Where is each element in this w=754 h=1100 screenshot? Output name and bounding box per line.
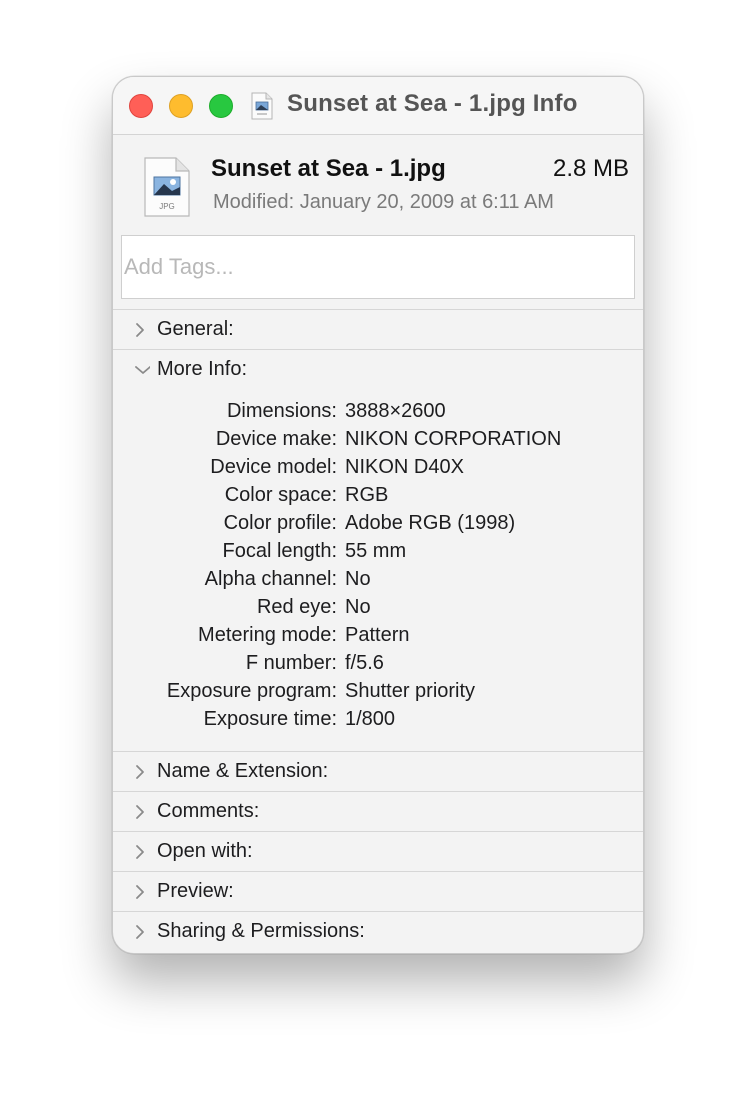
file-size: 2.8 MB	[552, 155, 629, 182]
info-value: f/5.6	[345, 652, 384, 674]
info-value: NIKON D40X	[345, 456, 464, 478]
title-bar[interactable]: Sunset at Sea - 1.jpg Info	[113, 77, 643, 135]
chevron-right-icon	[136, 925, 144, 939]
info-value: 3888×2600	[345, 400, 446, 422]
section-label: General:	[157, 318, 234, 340]
info-key: Focal length:	[222, 540, 337, 562]
info-key: F number:	[245, 652, 337, 674]
info-key: Color profile:	[223, 512, 337, 534]
modified-date: Modified: January 20, 2009 at 6:11 AM	[213, 191, 554, 213]
section-comments[interactable]: Comments:	[113, 792, 643, 832]
chevron-right-icon	[136, 765, 144, 779]
zoom-button[interactable]	[209, 94, 233, 118]
chevron-right-icon	[136, 885, 144, 899]
info-row: F number: f/5.6	[113, 652, 643, 680]
section-sharing-permissions[interactable]: Sharing & Permissions:	[113, 912, 643, 952]
info-value: 55 mm	[345, 540, 407, 562]
info-value: NIKON CORPORATION	[345, 428, 562, 450]
info-key: Metering mode:	[198, 624, 337, 646]
info-row: Color profile: Adobe RGB (1998)	[113, 512, 643, 540]
info-row: Red eye: No	[113, 596, 643, 624]
info-key: Color space:	[224, 484, 337, 506]
info-row: Metering mode: Pattern	[113, 624, 643, 652]
info-value: Shutter priority	[345, 680, 476, 702]
info-value: RGB	[345, 484, 389, 506]
info-row: Alpha channel: No	[113, 568, 643, 596]
info-key: Red eye:	[256, 596, 337, 618]
section-label: Preview:	[157, 880, 234, 902]
info-row: Exposure program: Shutter priority	[113, 680, 643, 708]
info-row: Dimensions: 3888×2600	[113, 400, 643, 428]
info-value: 1/800	[345, 708, 396, 730]
section-general[interactable]: General:	[113, 310, 643, 350]
chevron-down-icon	[135, 366, 150, 374]
jpg-file-icon[interactable]: JPG	[143, 157, 191, 217]
info-row: Exposure time: 1/800	[113, 708, 643, 736]
window-title: Sunset at Sea - 1.jpg Info	[287, 90, 578, 117]
icon-type-label: JPG	[159, 202, 175, 211]
info-value: No	[345, 568, 371, 590]
section-label: Sharing & Permissions:	[157, 920, 365, 942]
info-key: Device make:	[215, 428, 337, 450]
section-label: Comments:	[157, 800, 260, 822]
info-window: Sunset at Sea - 1.jpg Info JPG Sunset at…	[112, 76, 644, 954]
section-label: Open with:	[157, 840, 253, 862]
section-label: Name & Extension:	[157, 760, 329, 782]
section-name-extension[interactable]: Name & Extension:	[113, 752, 643, 792]
info-row: Device model: NIKON D40X	[113, 456, 643, 484]
chevron-right-icon	[136, 845, 144, 859]
section-preview[interactable]: Preview:	[113, 872, 643, 912]
info-key: Exposure time:	[203, 708, 337, 730]
info-key: Alpha channel:	[204, 568, 337, 590]
info-row: Focal length: 55 mm	[113, 540, 643, 568]
section-more-info[interactable]: More Info:	[113, 350, 643, 390]
info-row: Color space: RGB	[113, 484, 643, 512]
info-value: No	[345, 596, 371, 618]
minimize-button[interactable]	[169, 94, 193, 118]
section-label: More Info:	[157, 358, 248, 380]
info-key: Exposure program:	[166, 680, 337, 702]
info-key: Device model:	[210, 456, 337, 478]
info-row: Device make: NIKON CORPORATION	[113, 428, 643, 456]
info-key: Dimensions:	[226, 400, 337, 422]
info-value: Adobe RGB (1998)	[345, 512, 516, 534]
close-button[interactable]	[129, 94, 153, 118]
file-name: Sunset at Sea - 1.jpg	[211, 155, 446, 182]
add-tags-input[interactable]	[121, 235, 635, 299]
section-open-with[interactable]: Open with:	[113, 832, 643, 872]
info-value: Pattern	[345, 624, 410, 646]
chevron-right-icon	[136, 323, 144, 337]
chevron-right-icon	[136, 805, 144, 819]
jpg-file-icon	[251, 92, 273, 120]
